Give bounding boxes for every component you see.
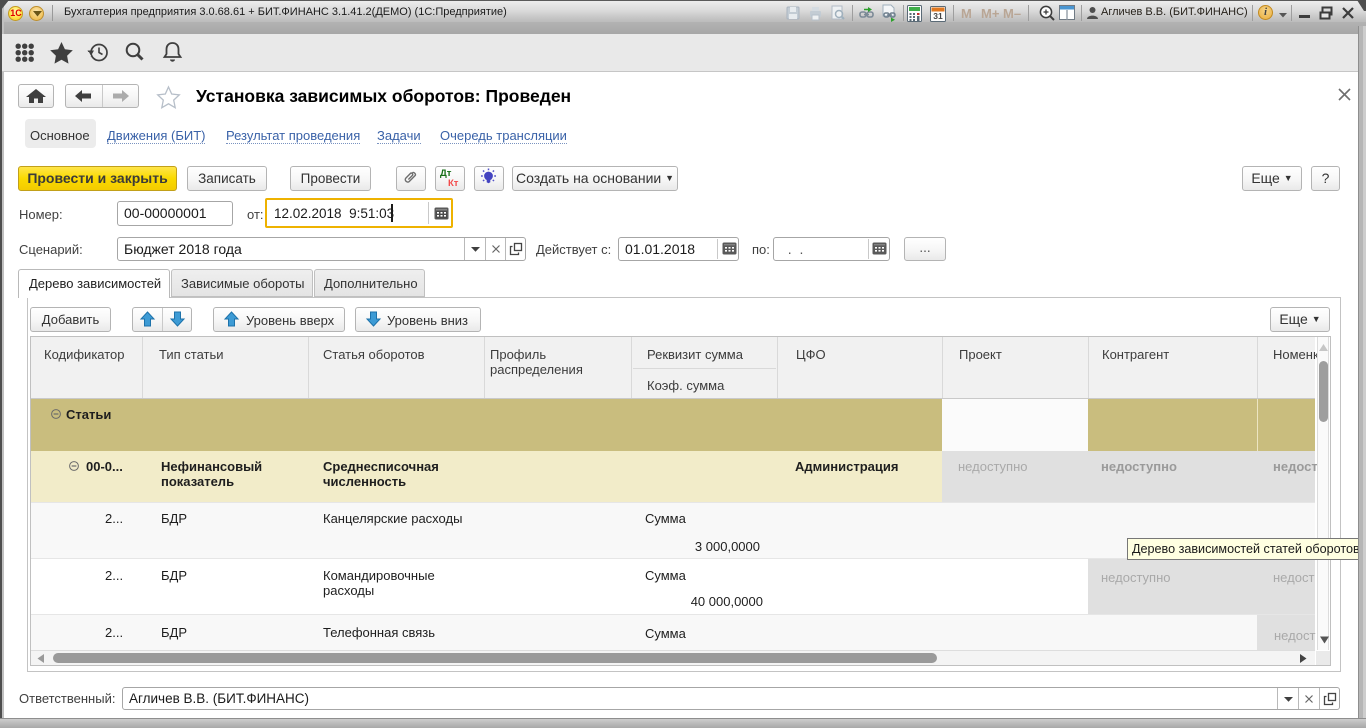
svg-text:31: 31	[933, 11, 943, 21]
